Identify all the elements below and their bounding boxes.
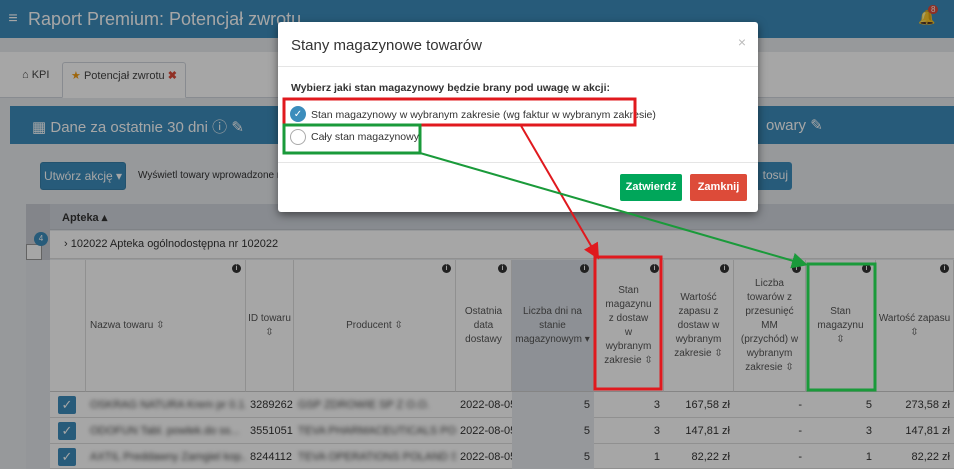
radio-stock-range-label[interactable]: Stan magazynowy w wybranym zakresie (wg … — [311, 109, 656, 121]
close-icon[interactable]: × — [738, 34, 746, 50]
cancel-button[interactable]: Zamknij — [690, 174, 747, 201]
stock-modal: Stany magazynowe towarów × Wybierz jaki … — [278, 22, 758, 212]
modal-title: Stany magazynowe towarów — [291, 37, 482, 54]
modal-question: Wybierz jaki stan magazynowy będzie bran… — [291, 82, 610, 94]
radio-full-stock-label[interactable]: Cały stan magazynowy — [311, 131, 419, 143]
confirm-button[interactable]: Zatwierdź — [620, 174, 682, 201]
modal-footer-divider — [278, 162, 758, 163]
modal-divider — [278, 66, 758, 67]
radio-stock-range[interactable]: ✓ — [290, 106, 306, 122]
radio-full-stock[interactable] — [290, 129, 306, 145]
